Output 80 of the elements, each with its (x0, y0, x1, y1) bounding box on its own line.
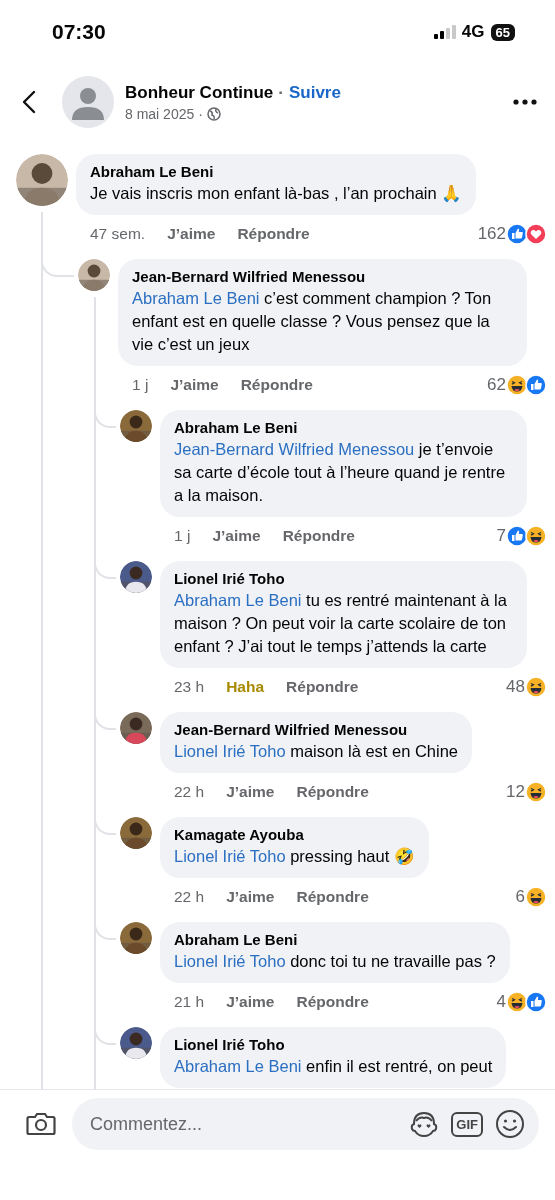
follow-link[interactable]: Suivre (288, 82, 341, 103)
reply-link[interactable]: Répondre (296, 993, 369, 1011)
gif-button[interactable]: GIF (451, 1111, 483, 1137)
heart-reaction-icon (525, 223, 547, 245)
separator-dot: · (278, 82, 284, 103)
mention-link[interactable]: Lionel Irié Toho (174, 847, 286, 865)
comment-time: 47 sem. (90, 225, 146, 243)
like-link[interactable]: J’aime (226, 993, 275, 1011)
mention-link[interactable]: Lionel Irié Toho (174, 742, 286, 760)
battery-indicator: 65 (490, 23, 515, 41)
reaction-count: 6 (515, 887, 525, 907)
comment-time: 1 j (174, 527, 191, 545)
reply-link[interactable]: Répondre (296, 783, 369, 801)
mention-link[interactable]: Jean-Bernard Wilfried Menessou (174, 440, 415, 458)
comment-field[interactable]: Commentez... GIF (72, 1098, 539, 1150)
mention-link[interactable]: Abraham Le Beni (132, 289, 260, 307)
comment-text: Lionel Irié Toho donc toi tu ne travaille pas ? (174, 951, 496, 972)
comment-author[interactable]: Abraham Le Beni (174, 931, 496, 948)
laughing-reaction-icon (506, 374, 528, 396)
comment-text: Lionel Irié Toho pressing haut 🤣 (174, 846, 415, 867)
signal-icon (433, 25, 456, 39)
comment-text: Abraham Le Beni c’est comment champion ? Ton enfant est en quelle classe ? Vous pensez que la vie c’est un jeux (132, 288, 493, 355)
reaction-count: 48 (506, 677, 525, 697)
comment-author[interactable]: Lionel Irié Toho (174, 1036, 493, 1053)
comment-time: 1 j (132, 376, 149, 394)
laughing-reaction-icon (525, 676, 547, 698)
comment-text: Je vais inscris mon enfant là-bas , l’an prochain 🙏 (90, 183, 463, 204)
comment-time: 21 h (174, 993, 205, 1011)
comment-time: 22 h (174, 888, 205, 906)
laughing-reaction-icon (525, 525, 547, 547)
reaction-count: 62 (487, 375, 506, 395)
like-link[interactable]: J’aime (170, 376, 219, 394)
default-avatar-icon[interactable] (62, 76, 114, 128)
clock-time: 07:30 (52, 20, 106, 44)
like-reaction-icon (506, 223, 528, 245)
like-link[interactable]: J’aime (167, 225, 216, 243)
comment-author[interactable]: Abraham Le Beni (90, 163, 463, 180)
comment-text: Abraham Le Beni tu es rentré maintenant à la maison ? On peut voir la carte scolaire de ton enfant ? J’ai tout le temps j’attends la carte (174, 590, 508, 657)
back-icon[interactable] (22, 90, 36, 114)
page-name[interactable]: Bonheur Continue (125, 82, 274, 103)
comment-author[interactable]: Abraham Le Beni (174, 419, 513, 436)
mention-link[interactable]: Abraham Le Beni (174, 591, 302, 609)
post-date: 8 mai 2025 (125, 105, 195, 122)
mention-link[interactable]: Lionel Irié Toho (174, 952, 286, 970)
laughing-reaction-icon (525, 886, 547, 908)
comment-time: 23 h (174, 678, 205, 696)
comment-text: Jean-Bernard Wilfried Menessou je t’envoie sa carte d’école tout à l’heure quand je rentre a la maison. (174, 439, 507, 506)
comment-author[interactable]: Kamagate Ayouba (174, 826, 415, 843)
reply-link[interactable]: Répondre (286, 678, 359, 696)
network-label: 4G (461, 22, 485, 42)
reply-link[interactable]: Répondre (237, 225, 310, 243)
emoji-icon[interactable] (495, 1109, 525, 1139)
reaction-count: 162 (477, 224, 506, 244)
like-link[interactable]: J’aime (226, 888, 275, 906)
mention-link[interactable]: Abraham Le Beni (174, 1057, 302, 1075)
reaction-count: 12 (506, 782, 525, 802)
reaction-count: 4 (496, 992, 506, 1012)
reply-link[interactable]: Répondre (282, 527, 355, 545)
laughing-reaction-icon (525, 781, 547, 803)
like-link[interactable]: J’aime (212, 527, 261, 545)
comment-author[interactable]: Lionel Irié Toho (174, 570, 513, 587)
comment-time: 22 h (174, 783, 205, 801)
comment-text: Lionel Irié Toho maison là est en Chine (174, 741, 459, 762)
like-reaction-icon (506, 525, 528, 547)
laughing-reaction-icon (506, 991, 528, 1013)
like-reaction-icon (525, 374, 547, 396)
reply-link[interactable]: Répondre (240, 376, 313, 394)
camera-icon[interactable] (26, 1111, 56, 1137)
comment-author[interactable]: Jean-Bernard Wilfried Menessou (174, 721, 459, 738)
reply-link[interactable]: Répondre (296, 888, 369, 906)
globe-icon (206, 106, 221, 121)
more-icon[interactable] (513, 99, 537, 105)
comment-text: Abraham Le Beni enfin il est rentré, on peut (174, 1056, 493, 1077)
like-link[interactable]: J’aime (226, 783, 275, 801)
like-link[interactable]: Haha (226, 678, 265, 696)
like-reaction-icon (525, 991, 547, 1013)
comment-author[interactable]: Jean-Bernard Wilfried Menessou (132, 268, 513, 285)
reaction-count: 7 (496, 526, 506, 546)
sticker-face-icon[interactable] (409, 1110, 440, 1138)
separator-dot: · (198, 105, 203, 122)
